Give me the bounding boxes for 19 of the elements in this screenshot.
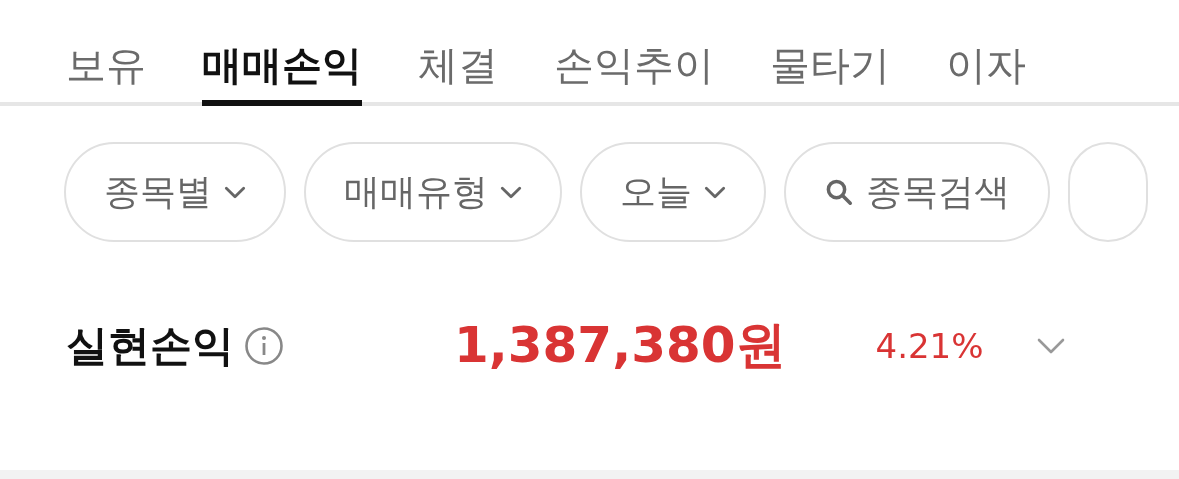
profit-rate: 4.21% (875, 325, 984, 366)
filter-dropdown[interactable]: 종목별 (64, 142, 286, 242)
info-icon[interactable] (244, 325, 284, 366)
search-icon (824, 177, 854, 207)
tab[interactable]: 손익추이 (554, 30, 714, 106)
tab[interactable]: 보유 (66, 30, 146, 106)
chevron-down-icon (704, 185, 726, 199)
realized-profit-amount: 1,387,380원 (454, 315, 786, 376)
tab[interactable]: 물타기 (770, 30, 890, 106)
tab[interactable]: 이자 (946, 30, 1026, 106)
chevron-down-icon[interactable] (1035, 336, 1066, 355)
filter-dropdown[interactable]: 매매유형 (304, 142, 562, 242)
chevron-down-icon (224, 185, 246, 199)
filter-dropdown[interactable]: 오늘 (580, 142, 766, 242)
search-chip[interactable]: 종목검색 (784, 142, 1050, 242)
summary-label: 실현손익 (66, 319, 234, 372)
tab[interactable]: 체결 (418, 30, 498, 106)
chevron-down-icon (500, 185, 522, 199)
tab[interactable]: 매매손익 (202, 30, 362, 106)
